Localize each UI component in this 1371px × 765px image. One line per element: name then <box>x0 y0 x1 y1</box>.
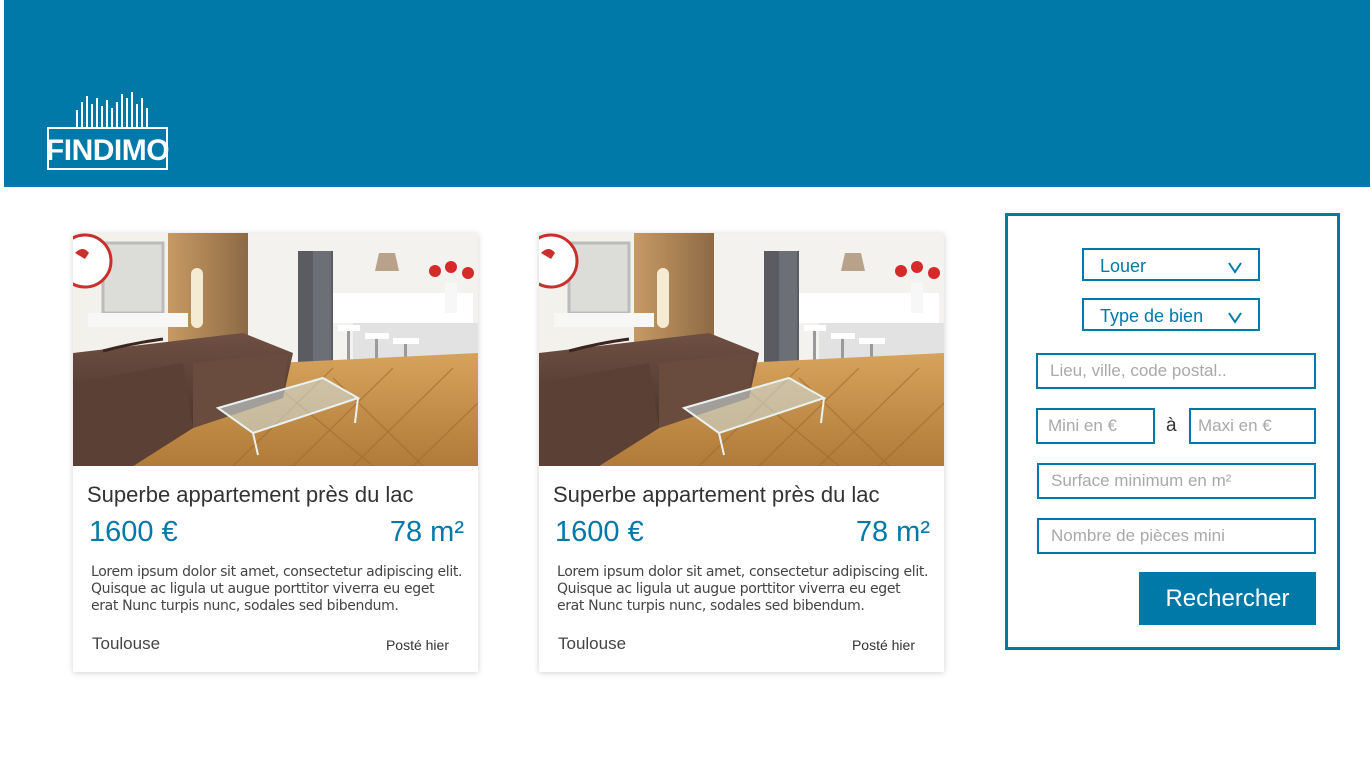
listing-photo[interactable] <box>539 233 944 466</box>
listing-card[interactable]: Superbe appartement près du lac 1600 € 7… <box>539 233 944 672</box>
listing-photo[interactable] <box>73 233 478 466</box>
chevron-down-icon <box>1228 312 1242 324</box>
listing-posted-date: Posté hier <box>851 637 915 653</box>
price-min-input[interactable] <box>1038 410 1153 442</box>
rooms-field[interactable] <box>1037 518 1316 554</box>
price-min-field[interactable] <box>1036 408 1155 444</box>
apartment-image <box>539 233 944 466</box>
listing-title[interactable]: Superbe appartement près du lac <box>553 482 880 508</box>
transaction-select-value: Louer <box>1100 256 1147 276</box>
price-max-input[interactable] <box>1191 410 1314 442</box>
listing-surface: 78 m² <box>855 516 930 548</box>
location-input[interactable] <box>1038 355 1314 387</box>
surface-field[interactable] <box>1037 463 1316 499</box>
findimo-logo[interactable]: FINDIMO <box>42 88 172 174</box>
listing-price: 1600 € <box>89 516 178 548</box>
listing-posted-date: Posté hier <box>385 637 449 653</box>
price-max-field[interactable] <box>1189 408 1316 444</box>
logo-image: FINDIMO <box>46 92 170 170</box>
listing-city: Toulouse <box>558 634 627 653</box>
site-header: FINDIMO <box>4 0 1370 187</box>
transaction-select[interactable]: Louer <box>1082 248 1260 281</box>
price-range-separator: à <box>1166 415 1177 436</box>
listing-surface: 78 m² <box>389 516 464 548</box>
logo-text: FINDIMO <box>46 134 169 167</box>
surface-input[interactable] <box>1039 465 1314 497</box>
property-type-select-value: Type de bien <box>1100 306 1204 326</box>
listing-price: 1600 € <box>555 516 644 548</box>
apartment-image <box>73 233 478 466</box>
property-type-select[interactable]: Type de bien <box>1082 298 1260 331</box>
chevron-down-icon <box>1228 262 1242 274</box>
listing-title[interactable]: Superbe appartement près du lac <box>87 482 414 508</box>
rooms-input[interactable] <box>1039 520 1314 552</box>
listing-description: Lorem ipsum dolor sit amet, consectetur … <box>557 564 929 614</box>
listing-card[interactable]: Superbe appartement près du lac 1600 € 7… <box>73 233 478 672</box>
search-button[interactable]: Rechercher <box>1139 572 1316 625</box>
location-field[interactable] <box>1036 353 1316 389</box>
listing-description: Lorem ipsum dolor sit amet, consectetur … <box>91 564 463 614</box>
search-panel: Louer Type de bien à Rechercher <box>1005 213 1340 650</box>
listing-city: Toulouse <box>92 634 161 653</box>
